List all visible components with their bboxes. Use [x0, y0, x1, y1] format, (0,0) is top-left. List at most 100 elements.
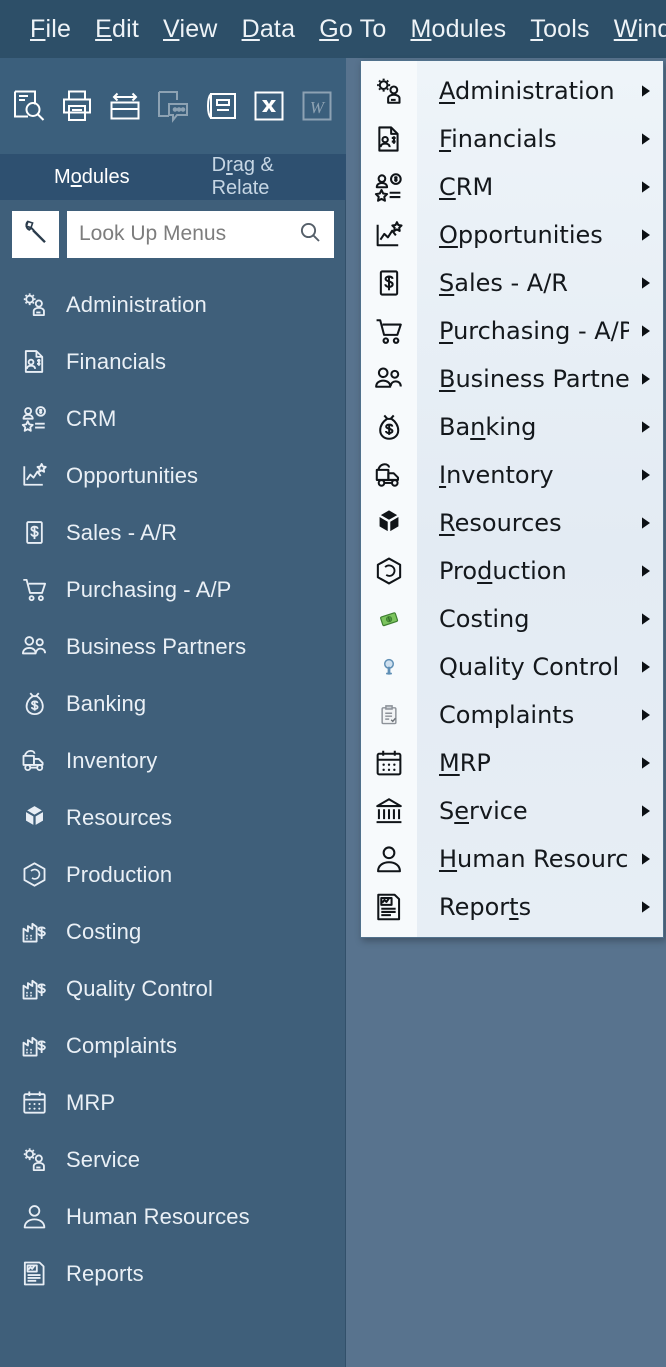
sidebar-item-service[interactable]: Service — [0, 1131, 346, 1188]
dropdown-item-label: Purchasing - A/P — [417, 317, 629, 345]
submenu-arrow-icon — [629, 275, 663, 291]
dropdown-item-business-partners[interactable]: Business Partners — [361, 355, 663, 403]
dropdown-item-financials[interactable]: Financials — [361, 115, 663, 163]
dropdown-item-human-resources[interactable]: Human Resources — [361, 835, 663, 883]
tab-drag-mnemonic: r — [226, 154, 233, 176]
sidebar-item-administration[interactable]: Administration — [0, 276, 346, 333]
export-to-word-icon: W — [296, 84, 338, 128]
dropdown-item-inventory[interactable]: Inventory — [361, 451, 663, 499]
document-dollar-icon — [361, 115, 417, 163]
message-note-icon — [152, 84, 194, 128]
user-dollar-star-icon — [361, 163, 417, 211]
sidebar-item-reports[interactable]: Reports — [0, 1245, 346, 1302]
dropdown-item-resources[interactable]: Resources — [361, 499, 663, 547]
sidebar-item-inventory[interactable]: Inventory — [0, 732, 346, 789]
dropdown-item-label: Banking — [417, 413, 629, 441]
money-note-icon — [361, 595, 417, 643]
dropdown-item-banking[interactable]: Banking — [361, 403, 663, 451]
dropdown-item-reports[interactable]: Reports — [361, 883, 663, 931]
dropdown-item-service[interactable]: Service — [361, 787, 663, 835]
report-chart-icon — [14, 1257, 54, 1291]
sidebar-item-label: Resources — [66, 805, 172, 831]
dropdown-item-list: Administration FinancialsCRM Opportunities… — [361, 61, 663, 931]
dropdown-item-crm[interactable]: CRM — [361, 163, 663, 211]
sidebar-item-production[interactable]: Production — [0, 846, 346, 903]
dropdown-item-label: Human Resources — [417, 845, 629, 873]
sidebar-item-mrp[interactable]: MRP — [0, 1074, 346, 1131]
dropdown-item-complaints[interactable]: Complaints — [361, 691, 663, 739]
menu-bar-item-modules[interactable]: Modules — [398, 15, 518, 44]
dropdown-item-label: Administration — [417, 77, 629, 105]
sidebar-item-resources[interactable]: Resources — [0, 789, 346, 846]
print-preview-icon[interactable] — [8, 84, 50, 128]
layout-designer-icon[interactable] — [200, 84, 242, 128]
submenu-arrow-icon — [629, 227, 663, 243]
dropdown-item-mrp[interactable]: MRP — [361, 739, 663, 787]
person-icon — [14, 1200, 54, 1234]
sidebar-item-purchasing-a-p[interactable]: Purchasing - A/P — [0, 561, 346, 618]
menu-bar-item-file[interactable]: File — [18, 15, 83, 44]
tab-drag-and-relate[interactable]: Drag & Relate — [200, 154, 346, 200]
sidebar-item-opportunities[interactable]: Opportunities — [0, 447, 346, 504]
dropdown-item-label: Reports — [417, 893, 629, 921]
settings-wrench-icon — [21, 217, 51, 252]
factory-dollar-icon — [14, 1029, 54, 1063]
dropdown-item-sales-a-r[interactable]: Sales - A/R — [361, 259, 663, 307]
svg-text:W: W — [310, 98, 326, 117]
print-icon[interactable] — [56, 84, 98, 128]
dropdown-item-costing[interactable]: Costing — [361, 595, 663, 643]
dropdown-item-quality-control[interactable]: Quality Control — [361, 643, 663, 691]
cube-cluster-icon — [361, 499, 417, 547]
dropdown-item-production[interactable]: Production — [361, 547, 663, 595]
sidebar-item-complaints[interactable]: Complaints — [0, 1017, 346, 1074]
export-to-excel-icon[interactable] — [248, 84, 290, 128]
sidebar-item-sales-a-r[interactable]: Sales - A/R — [0, 504, 346, 561]
dropdown-item-purchasing-a-p[interactable]: Purchasing - A/P — [361, 307, 663, 355]
sidebar-item-financials[interactable]: Financials — [0, 333, 346, 390]
sidebar-item-label: Production — [66, 862, 172, 888]
dropdown-item-opportunities[interactable]: Opportunities — [361, 211, 663, 259]
sidebar-item-quality-control[interactable]: Quality Control — [0, 960, 346, 1017]
submenu-arrow-icon — [629, 131, 663, 147]
sidebar-item-label: Complaints — [66, 1033, 177, 1059]
sidebar-item-crm[interactable]: CRM — [0, 390, 346, 447]
calendar-icon — [361, 739, 417, 787]
sidebar-item-business-partners[interactable]: Business Partners — [0, 618, 346, 675]
search-input[interactable]: Look Up Menus — [67, 211, 334, 258]
two-users-icon — [14, 630, 54, 664]
sidebar-item-label: Service — [66, 1147, 140, 1173]
two-users-icon — [361, 355, 417, 403]
menu-bar-item-tools[interactable]: Tools — [518, 15, 601, 44]
dropdown-item-label: Production — [417, 557, 629, 585]
dropdown-item-label: Opportunities — [417, 221, 629, 249]
dropdown-item-label: Business Partners — [417, 365, 629, 393]
dropdown-item-label: Sales - A/R — [417, 269, 629, 297]
fit-column-width-icon[interactable] — [104, 84, 146, 128]
menu-bar-item-view[interactable]: View — [151, 15, 230, 44]
sidebar-item-human-resources[interactable]: Human Resources — [0, 1188, 346, 1245]
menu-bar-item-data[interactable]: Data — [230, 15, 308, 44]
submenu-arrow-icon — [629, 755, 663, 771]
dropdown-item-administration[interactable]: Administration — [361, 67, 663, 115]
settings-wrench-button[interactable] — [12, 211, 59, 258]
search-icon[interactable] — [298, 220, 322, 249]
sidebar-item-label: MRP — [66, 1090, 115, 1116]
search-input-placeholder: Look Up Menus — [79, 222, 298, 246]
tab-modules-mnemonic: o — [71, 166, 82, 188]
tab-modules[interactable]: Modules — [42, 166, 142, 189]
gear-user-icon — [14, 1143, 54, 1177]
factory-dollar-icon — [14, 915, 54, 949]
dollar-page-icon — [361, 259, 417, 307]
modules-side-panel: W Modules Drag & Relate Look Up Menus — [0, 58, 346, 1367]
menu-bar-item-go-to[interactable]: Go To — [307, 15, 398, 44]
submenu-arrow-icon — [629, 419, 663, 435]
menu-bar-item-window[interactable]: Window — [602, 15, 666, 44]
menu-bar-item-edit[interactable]: Edit — [83, 15, 151, 44]
sidebar-item-label: Sales - A/R — [66, 520, 177, 546]
panel-tab-strip: Modules Drag & Relate — [0, 154, 346, 200]
submenu-arrow-icon — [629, 563, 663, 579]
dollar-page-icon — [14, 516, 54, 550]
factory-dollar-icon — [14, 972, 54, 1006]
sidebar-item-banking[interactable]: Banking — [0, 675, 346, 732]
sidebar-item-costing[interactable]: Costing — [0, 903, 346, 960]
